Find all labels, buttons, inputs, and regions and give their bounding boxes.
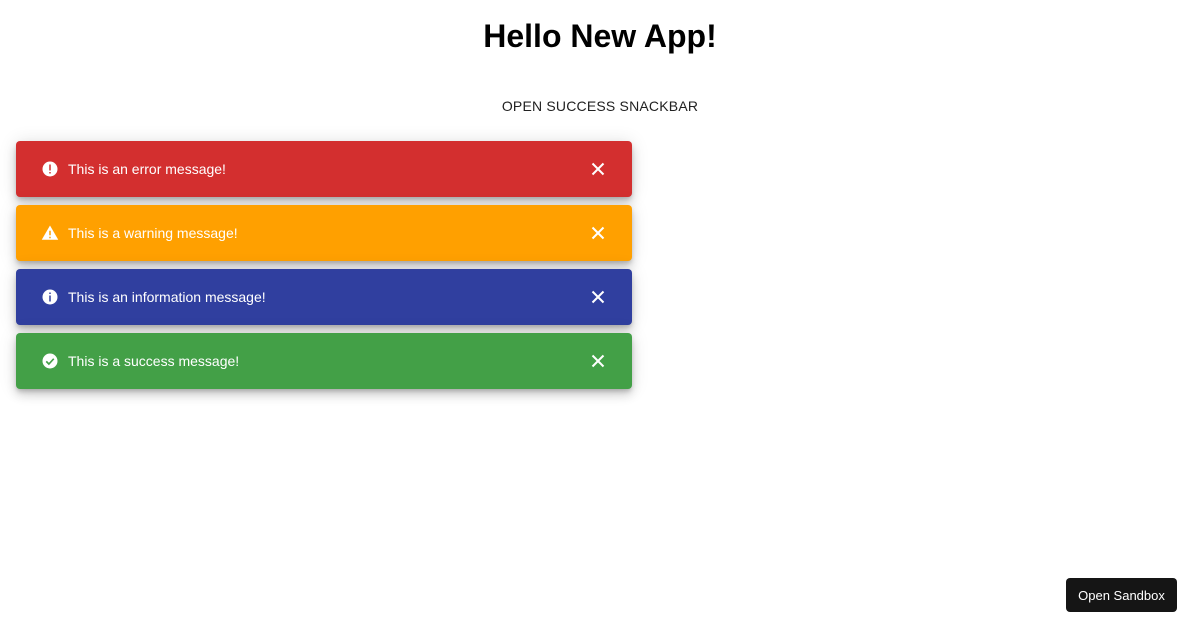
open-sandbox-button[interactable]: Open Sandbox	[1066, 578, 1177, 612]
snackbar-info: This is an information message!	[16, 269, 632, 325]
snackbar-stack: This is an error message! This is a warn…	[16, 141, 632, 397]
check-circle-icon	[42, 353, 58, 369]
snackbar-warning: This is a warning message!	[16, 205, 632, 261]
warning-icon	[41, 225, 59, 240]
close-icon	[591, 226, 605, 240]
snackbar-message: This is an error message!	[68, 161, 226, 177]
snackbar-message: This is a success message!	[68, 353, 240, 369]
snackbar-message: This is a warning message!	[68, 225, 238, 241]
close-button[interactable]	[586, 285, 610, 309]
page: Hello New App! OPEN SUCCESS SNACKBAR Thi…	[0, 0, 1200, 630]
snackbar-message: This is an information message!	[68, 289, 266, 305]
close-button[interactable]	[586, 349, 610, 373]
error-icon	[42, 161, 58, 177]
close-button[interactable]	[586, 157, 610, 181]
close-button[interactable]	[586, 221, 610, 245]
page-title: Hello New App!	[483, 18, 717, 54]
snackbar-success: This is a success message!	[16, 333, 632, 389]
snackbar-error: This is an error message!	[16, 141, 632, 197]
close-icon	[591, 290, 605, 304]
open-success-snackbar-button[interactable]: OPEN SUCCESS SNACKBAR	[490, 90, 710, 122]
close-icon	[591, 162, 605, 176]
info-icon	[42, 289, 58, 305]
close-icon	[591, 354, 605, 368]
